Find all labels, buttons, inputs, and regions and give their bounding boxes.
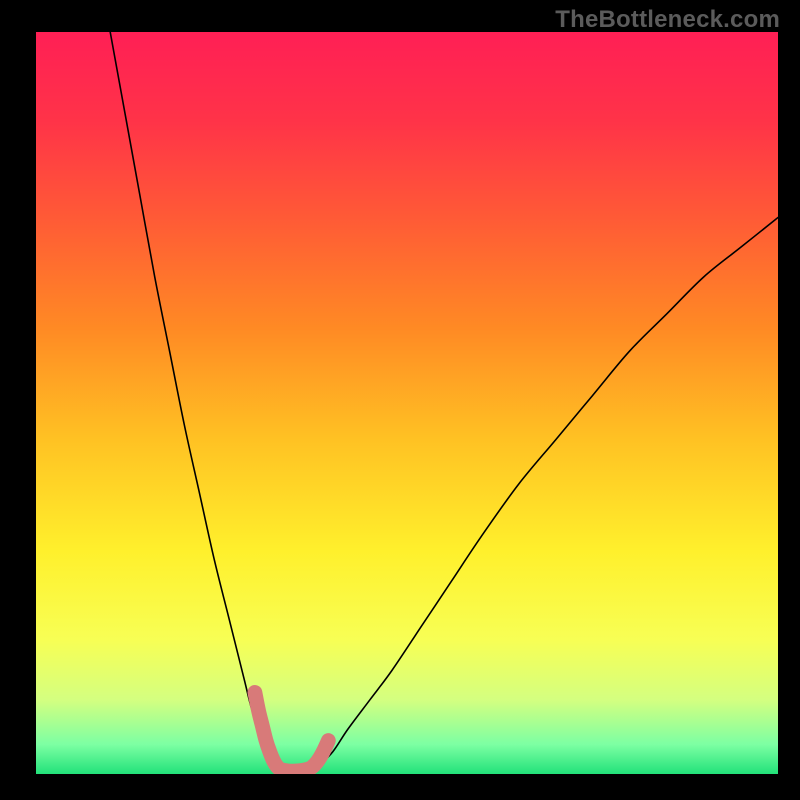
watermark: TheBottleneck.com [555, 6, 780, 34]
gradient-background [36, 32, 778, 774]
bottleneck-chart [36, 32, 778, 774]
chart-frame: TheBottleneck.com [0, 0, 800, 800]
